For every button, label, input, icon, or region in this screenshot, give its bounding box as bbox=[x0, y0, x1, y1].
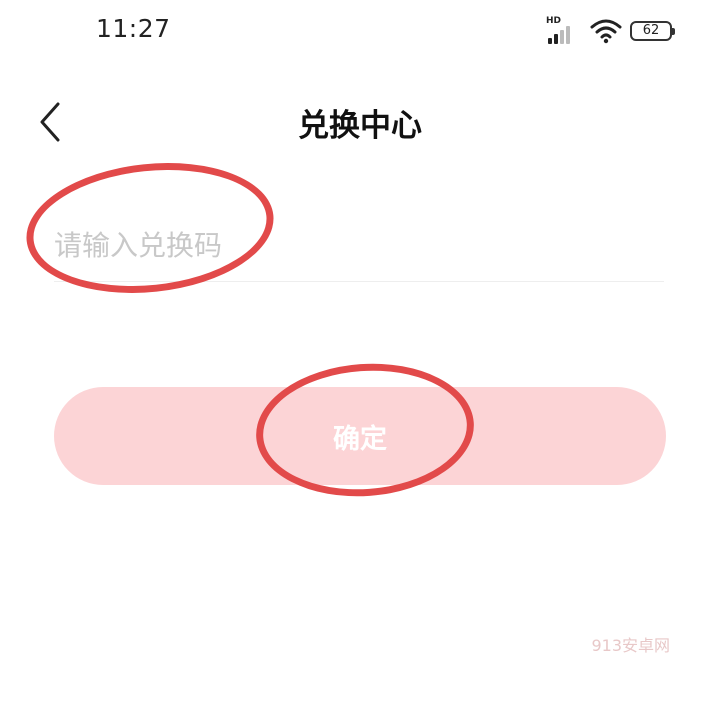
page-header: 兑换中心 bbox=[0, 80, 720, 160]
wifi-icon bbox=[590, 19, 622, 44]
signal-bar bbox=[548, 38, 552, 44]
watermark: 913安卓网 bbox=[591, 636, 670, 655]
signal-bar bbox=[554, 34, 558, 44]
status-time: 11:27 bbox=[96, 14, 171, 43]
status-bar: 11:27 HD 62 bbox=[0, 0, 720, 62]
battery-level: 62 bbox=[642, 23, 660, 38]
signal-bars bbox=[548, 26, 570, 44]
status-icons: HD 62 bbox=[546, 14, 675, 48]
redeem-code-input[interactable] bbox=[54, 210, 664, 282]
signal-bar bbox=[566, 26, 570, 44]
battery-icon: 62 bbox=[630, 21, 675, 41]
network-type-label: HD bbox=[546, 16, 562, 26]
confirm-button[interactable]: 确定 bbox=[54, 387, 666, 485]
page-title: 兑换中心 bbox=[298, 108, 422, 144]
signal-icon: HD bbox=[546, 16, 582, 46]
signal-bar bbox=[560, 30, 564, 44]
